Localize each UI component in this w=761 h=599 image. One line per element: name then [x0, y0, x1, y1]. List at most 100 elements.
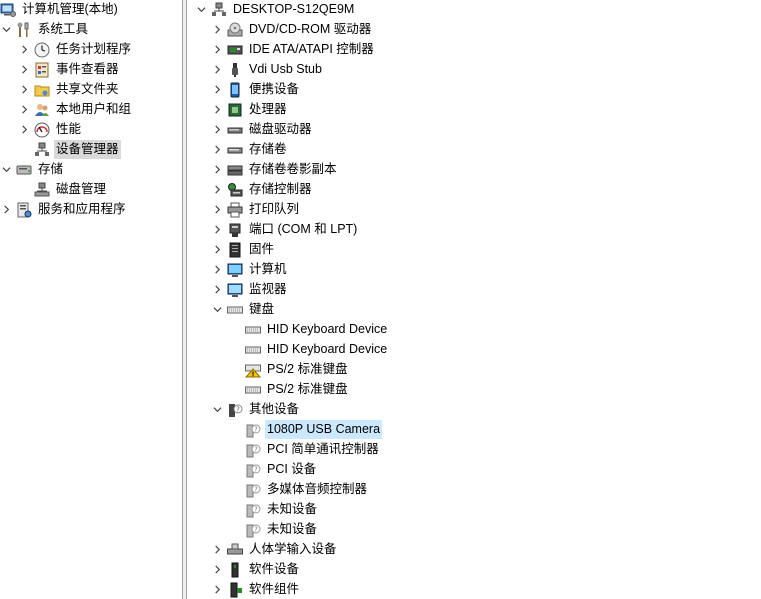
tree-item-label: 1080P USB Camera	[265, 420, 383, 439]
category-storage-controllers[interactable]: 存储控制器	[211, 180, 314, 199]
device-pci-device[interactable]: ? PCI 设备	[245, 460, 318, 479]
tree-item-system-tools[interactable]: 系统工具	[0, 20, 90, 39]
category-disk-drives[interactable]: 磁盘驱动器	[211, 120, 314, 139]
tree-item-performance[interactable]: 性能	[18, 120, 83, 139]
device-hid-keyboard-1[interactable]: HID Keyboard Device	[245, 320, 389, 339]
software-component-icon	[227, 582, 243, 598]
tree-item-label: 存储	[38, 162, 64, 176]
category-print-queues[interactable]: 打印队列	[211, 200, 301, 219]
device-ps2-keyboard-warning[interactable]: PS/2 标准键盘	[245, 360, 350, 379]
chevron-right-icon[interactable]	[211, 180, 223, 199]
tree-item-label: 处理器	[249, 102, 287, 116]
svg-text:?: ?	[254, 425, 258, 433]
chevron-right-icon[interactable]	[211, 280, 223, 299]
device-multimedia-audio[interactable]: ? 多媒体音频控制器	[245, 480, 369, 499]
tree-item-computer-management[interactable]: 计算机管理(本地)	[0, 0, 120, 19]
unknown-device-icon: ?	[245, 422, 261, 438]
chevron-right-icon[interactable]	[211, 540, 223, 559]
category-portable[interactable]: 便携设备	[211, 80, 301, 99]
chevron-right-icon[interactable]	[211, 140, 223, 159]
device-tree-pane: DESKTOP-S12QE9M DVD/CD-ROM 驱动器 IDE ATA/A…	[187, 0, 761, 599]
chevron-right-icon[interactable]	[211, 100, 223, 119]
device-usb-camera[interactable]: ? 1080P USB Camera	[245, 420, 383, 439]
tree-item-label: 人体学输入设备	[249, 542, 337, 556]
tree-item-disk-management[interactable]: 磁盘管理	[34, 180, 108, 199]
device-ps2-keyboard[interactable]: PS/2 标准键盘	[245, 380, 350, 399]
device-unknown-2[interactable]: ? 未知设备	[245, 520, 319, 539]
unknown-device-icon: ?	[245, 442, 261, 458]
device-unknown-1[interactable]: ? 未知设备	[245, 500, 319, 519]
category-firmware[interactable]: 固件	[211, 240, 276, 259]
tree-item-label: 固件	[249, 242, 275, 256]
category-ide[interactable]: IDE ATA/ATAPI 控制器	[211, 40, 376, 59]
chevron-right-icon[interactable]	[18, 80, 30, 99]
tree-item-label: 存储卷	[249, 142, 287, 156]
hid-icon	[227, 542, 243, 558]
category-vdi[interactable]: Vdi Usb Stub	[211, 60, 324, 79]
tree-item-label: 未知设备	[267, 502, 318, 516]
chevron-down-icon[interactable]	[211, 300, 223, 319]
chevron-right-icon[interactable]	[211, 40, 223, 59]
chevron-right-icon[interactable]	[211, 120, 223, 139]
chevron-right-icon[interactable]	[211, 80, 223, 99]
portable-device-icon	[227, 82, 243, 98]
svg-text:?: ?	[236, 405, 240, 413]
tree-item-event-viewer[interactable]: 事件查看器	[18, 60, 121, 79]
users-icon	[34, 102, 50, 118]
tree-item-label: 磁盘管理	[56, 182, 107, 196]
chevron-right-icon[interactable]	[211, 200, 223, 219]
tree-item-storage[interactable]: 存储	[0, 160, 65, 179]
chevron-down-icon[interactable]	[195, 0, 207, 19]
chevron-right-icon[interactable]	[211, 560, 223, 579]
clock-icon	[34, 42, 50, 58]
chevron-right-icon[interactable]	[0, 200, 12, 219]
tree-item-label: PCI 设备	[267, 462, 317, 476]
tree-item-device-manager[interactable]: 设备管理器	[34, 140, 121, 159]
tree-item-label: 键盘	[249, 302, 275, 316]
keyboard-icon	[227, 302, 243, 318]
category-keyboards[interactable]: 键盘	[211, 300, 276, 319]
chevron-right-icon[interactable]	[211, 260, 223, 279]
category-dvd[interactable]: DVD/CD-ROM 驱动器	[211, 20, 373, 39]
disk-drive-icon	[227, 122, 243, 138]
chevron-right-icon[interactable]	[211, 160, 223, 179]
chevron-down-icon[interactable]	[211, 400, 223, 419]
keyboard-icon	[245, 382, 261, 398]
tree-item-label: 打印队列	[249, 202, 300, 216]
chevron-right-icon[interactable]	[18, 100, 30, 119]
category-storage-volumes[interactable]: 存储卷	[211, 140, 289, 159]
chevron-down-icon[interactable]	[0, 20, 12, 39]
device-pci-comm-controller[interactable]: ? PCI 简单通讯控制器	[245, 440, 381, 459]
chevron-right-icon[interactable]	[211, 240, 223, 259]
category-software-components[interactable]: 软件组件	[211, 580, 301, 599]
tree-item-label: 服务和应用程序	[38, 202, 126, 216]
category-processor[interactable]: 处理器	[211, 100, 289, 119]
tree-item-shared-folders[interactable]: 共享文件夹	[18, 80, 121, 99]
chevron-right-icon[interactable]	[18, 60, 30, 79]
tree-item-local-users[interactable]: 本地用户和组	[18, 100, 133, 119]
category-monitors[interactable]: 监视器	[211, 280, 289, 299]
chevron-right-icon[interactable]	[18, 40, 30, 59]
tree-item-services-apps[interactable]: 服务和应用程序	[0, 200, 128, 219]
device-hid-keyboard-2[interactable]: HID Keyboard Device	[245, 340, 389, 359]
category-computer[interactable]: 计算机	[211, 260, 289, 279]
chevron-down-icon[interactable]	[0, 160, 12, 179]
category-other-devices[interactable]: ? 其他设备	[211, 400, 301, 419]
tree-item-label: 设备管理器	[54, 140, 121, 159]
svg-text:?: ?	[254, 525, 258, 533]
chevron-right-icon[interactable]	[211, 580, 223, 599]
firmware-icon	[227, 242, 243, 258]
chevron-right-icon[interactable]	[211, 60, 223, 79]
category-hid[interactable]: 人体学输入设备	[211, 540, 339, 559]
chevron-right-icon[interactable]	[18, 120, 30, 139]
category-shadow-copies[interactable]: 存储卷卷影副本	[211, 160, 339, 179]
tree-item-label: 计算机管理(本地)	[22, 2, 118, 16]
tree-item-computer-root[interactable]: DESKTOP-S12QE9M	[195, 0, 356, 19]
tree-item-task-scheduler[interactable]: 任务计划程序	[18, 40, 133, 59]
tree-item-label: HID Keyboard Device	[267, 342, 388, 356]
chevron-right-icon[interactable]	[211, 220, 223, 239]
category-ports[interactable]: 端口 (COM 和 LPT)	[211, 220, 359, 239]
category-software-devices[interactable]: 软件设备	[211, 560, 301, 579]
chevron-right-icon[interactable]	[211, 20, 223, 39]
ide-controller-icon	[227, 42, 243, 58]
